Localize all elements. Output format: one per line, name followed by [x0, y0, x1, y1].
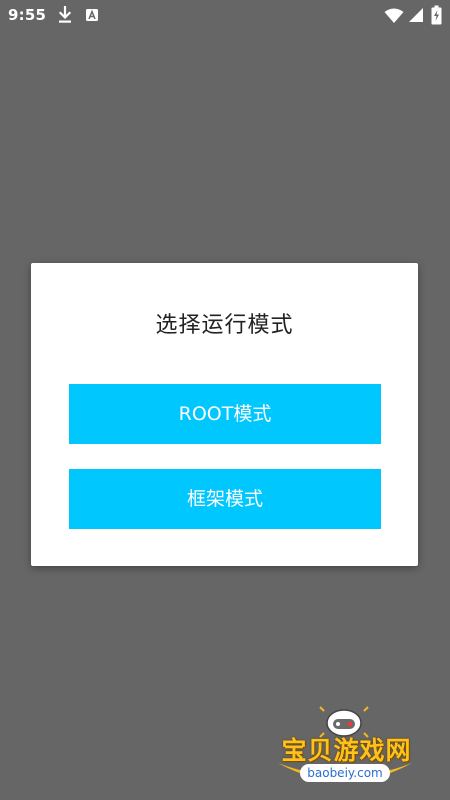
- a-icon: [86, 9, 98, 21]
- wifi-icon: [384, 8, 404, 23]
- screen: 9:55 选择运行模式 ROOT模式 框架模式 宝贝游戏网 baobeiy.co…: [0, 0, 450, 800]
- dialog-title: 选择运行模式: [155, 313, 294, 338]
- status-bar: 9:55: [0, 0, 450, 32]
- signal-icon: [409, 8, 423, 22]
- status-time: 9:55: [8, 6, 47, 24]
- download-icon: [58, 6, 72, 23]
- watermark-domain: baobeiy.com: [300, 764, 390, 782]
- watermark: 宝贝游戏网 baobeiy.com: [270, 705, 420, 795]
- mode-select-dialog: 选择运行模式 ROOT模式 框架模式: [31, 263, 418, 566]
- framework-mode-button[interactable]: 框架模式: [69, 469, 381, 529]
- root-mode-button[interactable]: ROOT模式: [69, 384, 381, 444]
- battery-icon: [431, 5, 442, 25]
- watermark-text: 宝贝游戏网: [281, 736, 412, 765]
